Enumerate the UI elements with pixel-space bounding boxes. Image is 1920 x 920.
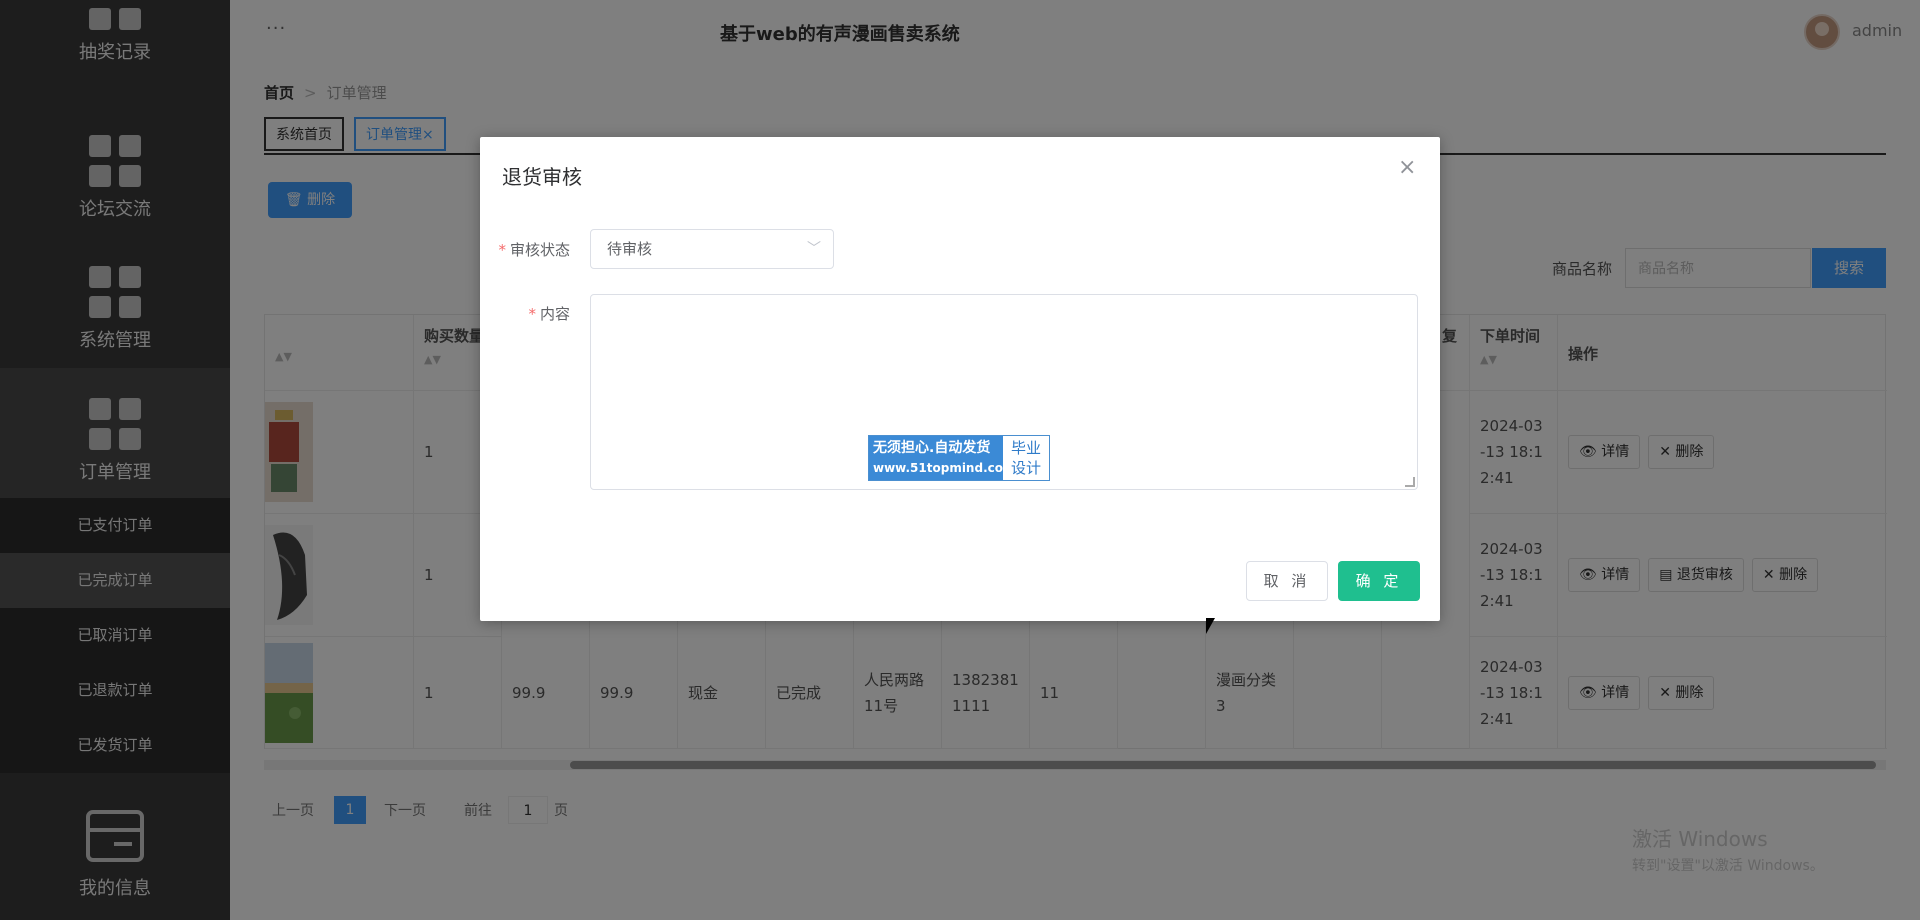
dialog-title: 退货审核: [502, 165, 582, 189]
promo-badge: 无须担心.自动发货 www.51topmind.com 毕业 设计: [868, 435, 1050, 481]
promo-left: 无须担心.自动发货 www.51topmind.com: [869, 436, 1016, 480]
mouse-cursor-icon: [1206, 618, 1215, 634]
cancel-button[interactable]: 取 消: [1246, 561, 1328, 601]
return-review-dialog: 退货审核 × * 审核状态 待审核 ﹀ * 内容 无须担心.自动发货 www.51t…: [480, 137, 1440, 621]
promo-right-1: 毕业: [1010, 439, 1041, 457]
status-label-text: 审核状态: [509, 241, 570, 259]
content-label-text: 内容: [539, 305, 570, 323]
chevron-down-icon: ﹀: [807, 241, 821, 257]
close-icon[interactable]: ×: [1398, 155, 1416, 180]
select-value: 待审核: [607, 240, 653, 258]
promo-right-2: 设计: [1010, 459, 1041, 477]
confirm-button[interactable]: 确 定: [1338, 561, 1420, 601]
required-mark: *: [528, 305, 536, 323]
review-status-select[interactable]: 待审核 ﹀: [590, 229, 834, 269]
promo-right: 毕业 设计: [1003, 436, 1049, 480]
status-label: * 审核状态: [480, 239, 570, 260]
required-mark: *: [498, 241, 506, 259]
promo-line-1: 无须担心.自动发货: [873, 440, 991, 456]
promo-url: www.51topmind.com: [873, 461, 1016, 475]
content-label: * 内容: [480, 303, 570, 324]
